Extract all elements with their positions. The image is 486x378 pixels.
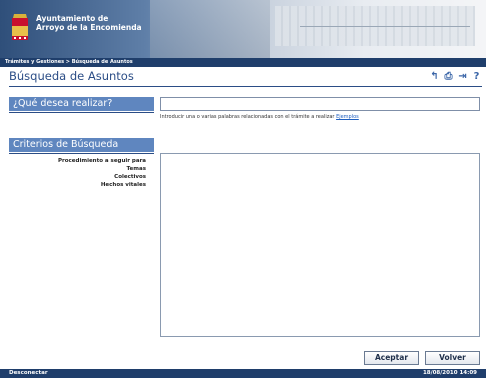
undo-icon[interactable]: ↰ [429,71,440,82]
municipality-name[interactable]: Ayuntamiento de Arroyo de la Encomienda [36,14,142,32]
search-section-underline [9,112,154,113]
breadcrumb[interactable]: Trámites y Gestiones > Búsqueda de Asunt… [0,58,486,67]
logout-link[interactable]: Desconectar [9,369,48,378]
criteria-section-heading: Criterios de Búsqueda [9,138,154,152]
back-button[interactable]: Volver [425,351,480,365]
print-icon[interactable]: ⎙ [443,71,454,82]
title-divider [9,86,482,87]
search-section-heading: ¿Qué desea realizar? [9,97,154,111]
criteria-list: Procedimiento a seguir para Temas Colect… [9,157,146,189]
header-banner: Ayuntamiento de Arroyo de la Encomienda [0,0,486,58]
examples-link[interactable]: Ejemplos [336,114,359,120]
criterion-life-events[interactable]: Hechos vitales [9,181,146,189]
footer-bar: Desconectar 18/08/2010 14:09 [0,369,486,378]
accept-button[interactable]: Aceptar [364,351,419,365]
crest-icon [12,14,28,40]
search-help-text: Introducir una o varias palabras relacio… [160,114,335,120]
municipality-line2: Arroyo de la Encomienda [36,23,142,32]
toolbar: ↰ ⎙ ⇥ ? [429,71,482,82]
footer-datetime: 18/08/2010 14:09 [422,370,477,376]
municipality-line1: Ayuntamiento de [36,14,109,23]
help-icon[interactable]: ? [471,71,482,82]
search-input[interactable] [160,97,480,111]
criteria-section-underline [9,153,154,154]
results-area[interactable] [160,153,480,337]
criterion-groups[interactable]: Colectivos [9,173,146,181]
criterion-procedure[interactable]: Procedimiento a seguir para [9,157,146,165]
banner-photo [150,0,270,58]
criterion-topics[interactable]: Temas [9,165,146,173]
banner-divider [300,26,470,27]
exit-icon[interactable]: ⇥ [457,71,468,82]
search-help: Introducir una o varias palabras relacio… [160,114,359,120]
page-title: Búsqueda de Asuntos [9,69,134,83]
